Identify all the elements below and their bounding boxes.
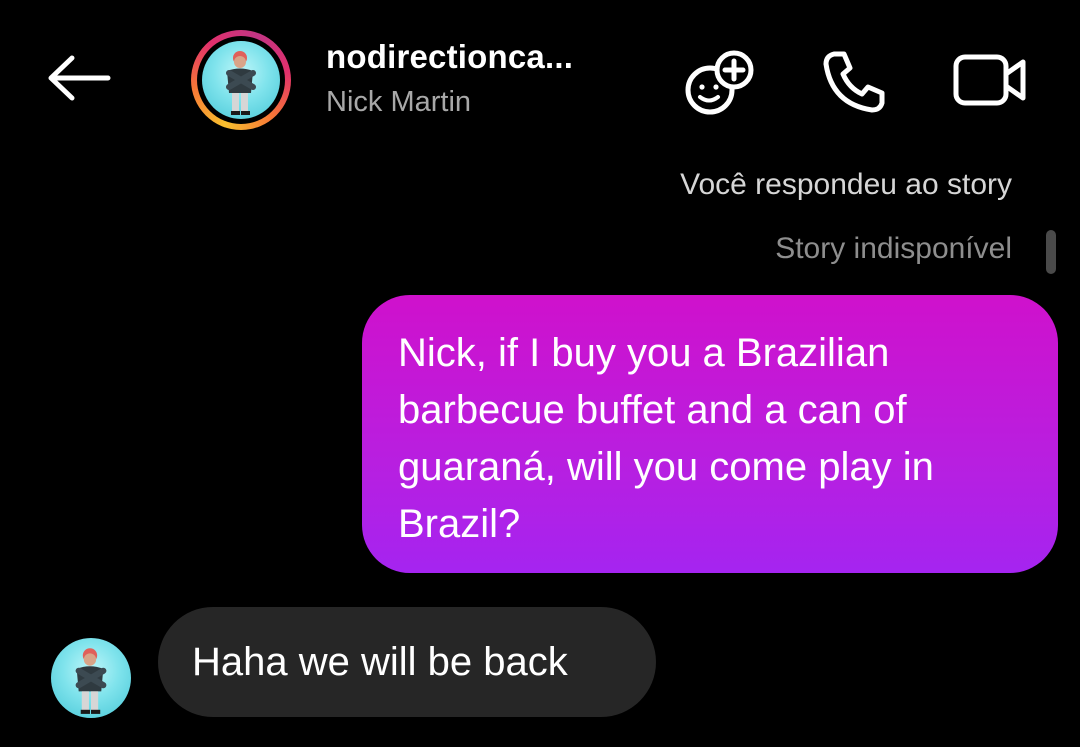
phone-icon — [823, 51, 885, 113]
chat-display-name[interactable]: Nick Martin — [326, 86, 471, 119]
outgoing-message-text: Nick, if I buy you a Brazilian barbecue … — [398, 331, 934, 546]
profile-avatar[interactable] — [191, 30, 291, 130]
story-unavailable-label[interactable]: Story indisponível — [775, 232, 1012, 266]
video-camera-icon — [953, 54, 1026, 106]
face-effects-icon — [685, 50, 754, 115]
video-call-button[interactable] — [950, 48, 1030, 112]
chat-screen: nodirectionca... Nick Martin Você respon… — [0, 0, 1080, 747]
avatar-photo — [202, 41, 280, 119]
story-reply-note: Você respondeu ao story — [680, 168, 1012, 201]
audio-call-button[interactable] — [818, 48, 890, 114]
outgoing-message-bubble[interactable]: Nick, if I buy you a Brazilian barbecue … — [362, 295, 1058, 573]
arrow-left-icon — [48, 55, 111, 101]
effects-button[interactable] — [684, 50, 758, 116]
incoming-message-bubble[interactable]: Haha we will be back — [158, 607, 656, 717]
chat-username[interactable]: nodirectionca... — [326, 38, 573, 76]
story-reply-bar — [1046, 230, 1056, 274]
back-button[interactable] — [42, 52, 116, 104]
incoming-message-text: Haha we will be back — [192, 639, 568, 684]
sender-avatar[interactable] — [51, 638, 131, 718]
